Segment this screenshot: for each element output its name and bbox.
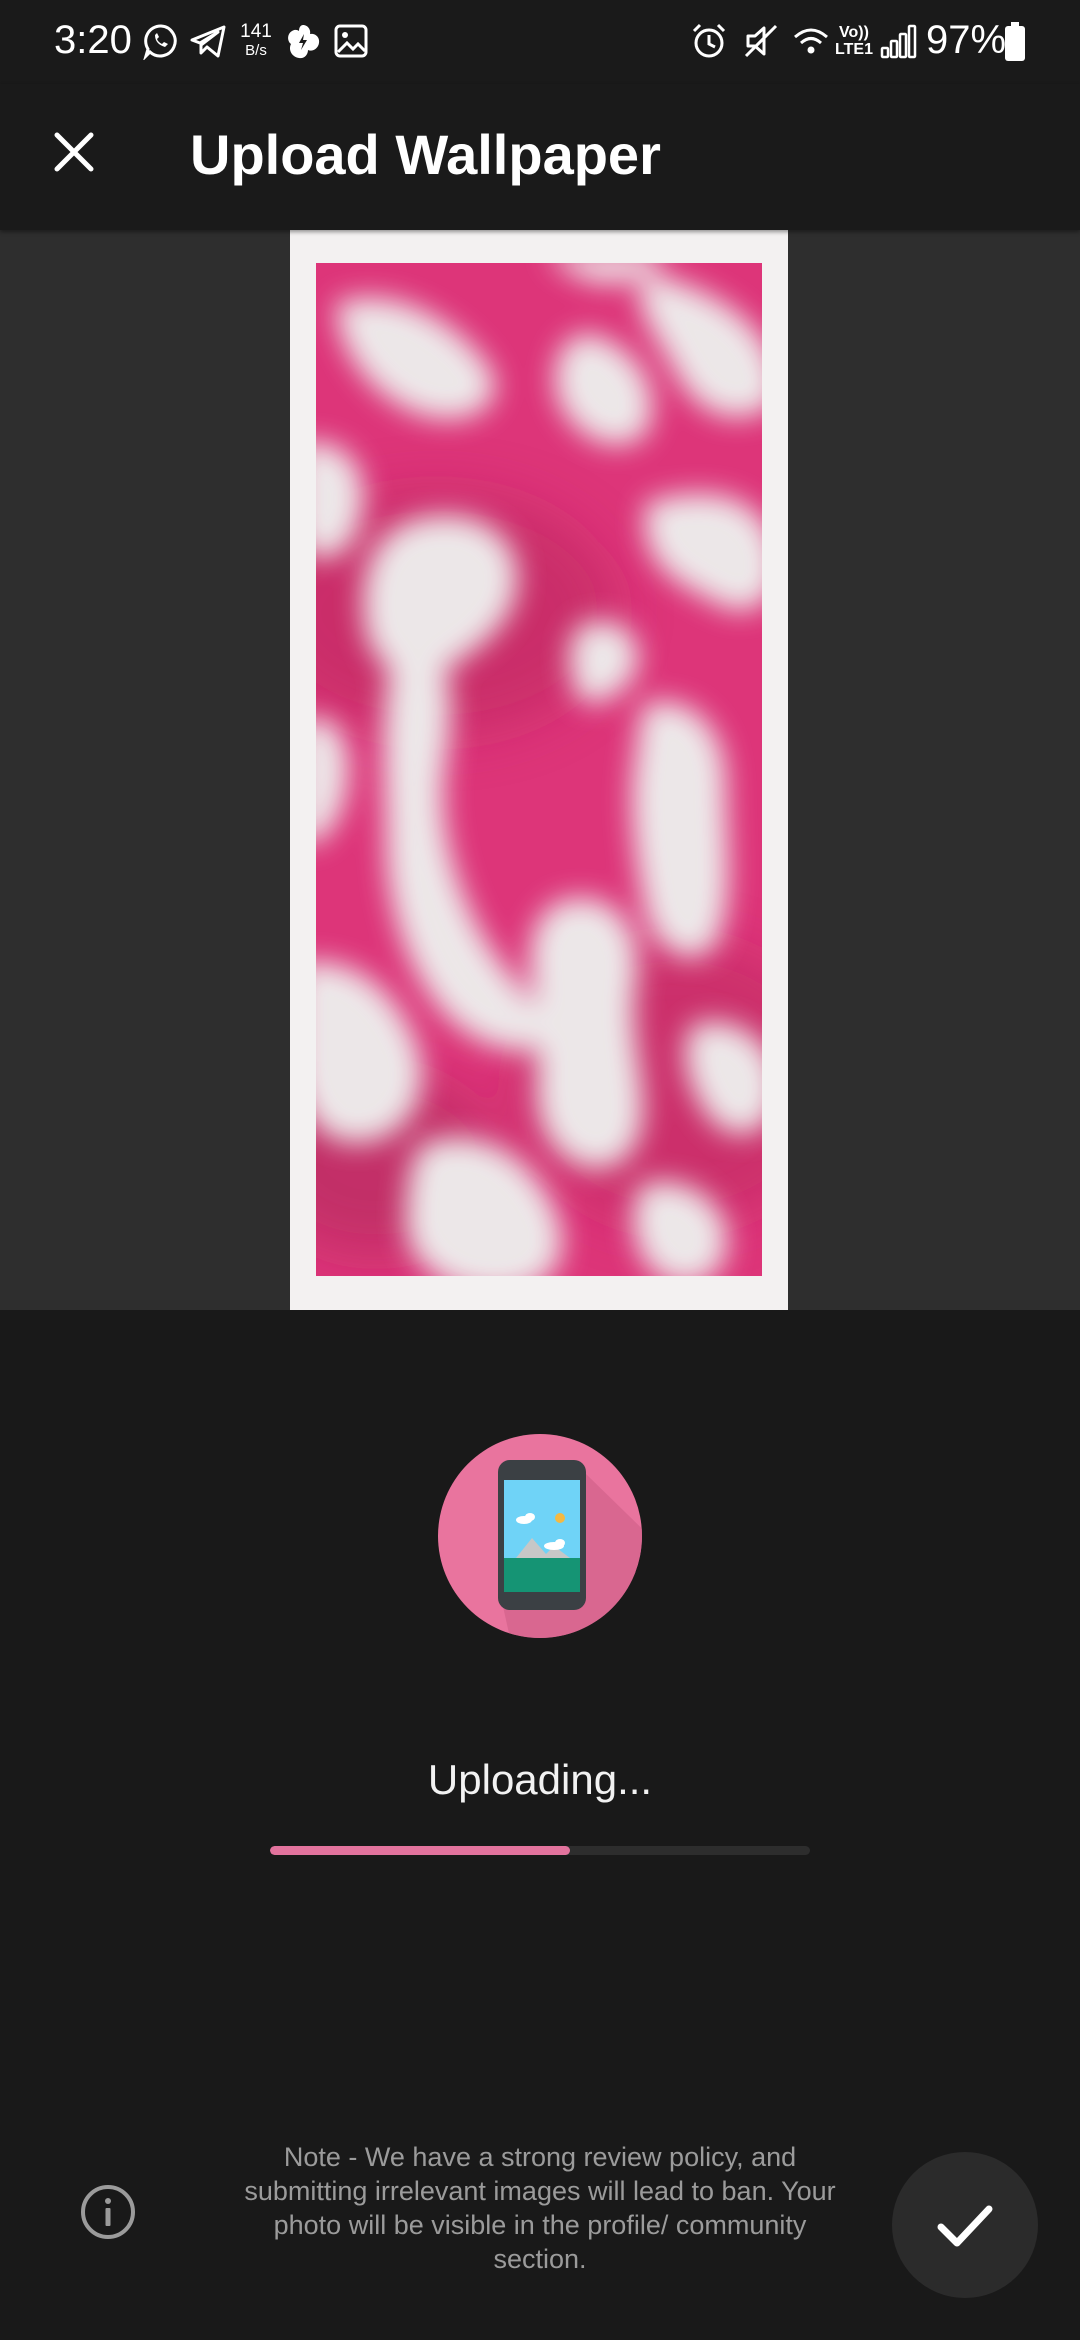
upload-status: Uploading... <box>427 1756 653 1803</box>
upload-progress-bar <box>270 1846 810 1855</box>
wallpaper-preview-image <box>316 263 762 1276</box>
page-title: Upload Wallpaper <box>190 123 661 186</box>
battery-percent: 97% <box>926 18 1007 62</box>
wifi-icon <box>794 28 828 54</box>
battery-icon <box>1005 22 1025 61</box>
net-speed: 141 B/s <box>236 22 276 60</box>
mute-icon <box>744 24 778 58</box>
check-icon <box>937 2205 993 2247</box>
wallpaper-image <box>316 263 762 1276</box>
volte-top: Vo)) <box>839 24 869 41</box>
whatsapp-icon <box>143 24 177 60</box>
phone-image-icon <box>438 1434 642 1638</box>
wallpaper-preview-frame <box>290 230 788 1310</box>
volte-bottom: LTE1 <box>835 41 873 58</box>
status-bar: 3:20 141 B/s Vo)) LTE1 97% <box>0 0 1080 84</box>
signal-icon <box>880 24 917 59</box>
confirm-button[interactable] <box>892 2152 1038 2298</box>
close-icon <box>54 132 94 172</box>
wallpaper-preview-area <box>0 230 1080 1310</box>
net-speed-value: 141 <box>240 21 272 42</box>
info-button[interactable] <box>78 2182 138 2242</box>
fan-icon <box>288 25 320 59</box>
info-icon <box>81 2185 135 2239</box>
telegram-icon <box>190 25 226 58</box>
gallery-icon <box>334 24 368 58</box>
upload-progress-fill <box>270 1846 570 1855</box>
status-time: 3:20 <box>54 18 132 62</box>
volte-icon: Vo)) LTE1 <box>834 24 874 58</box>
alarm-icon <box>692 23 726 58</box>
app-bar: Upload Wallpaper <box>0 84 1080 230</box>
review-policy-note: Note - We have a strong review policy, a… <box>244 2142 836 2274</box>
close-button[interactable] <box>40 118 108 186</box>
net-speed-unit: B/s <box>245 42 267 59</box>
